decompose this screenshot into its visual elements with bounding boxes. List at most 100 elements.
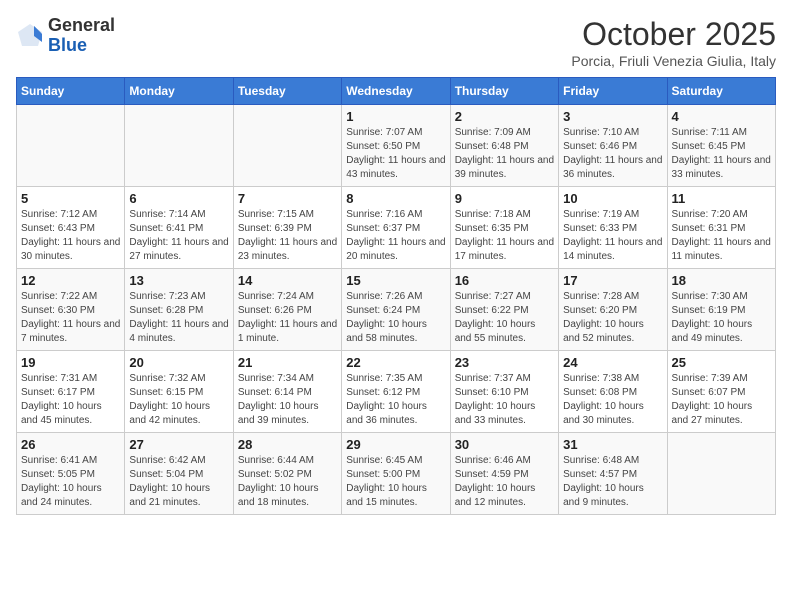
- day-info: Sunrise: 7:24 AMSunset: 6:26 PMDaylight:…: [238, 290, 337, 346]
- day-number: 22: [346, 355, 445, 370]
- week-row-2: 5 Sunrise: 7:12 AMSunset: 6:43 PMDaylight…: [17, 187, 776, 269]
- weekday-header-saturday: Saturday: [667, 78, 775, 105]
- day-number: 23: [455, 355, 554, 370]
- day-info: Sunrise: 7:23 AMSunset: 6:28 PMDaylight:…: [129, 290, 228, 346]
- day-number: 8: [346, 191, 445, 206]
- day-number: 9: [455, 191, 554, 206]
- day-info: Sunrise: 6:45 AMSunset: 5:00 PMDaylight:…: [346, 454, 445, 510]
- day-number: 21: [238, 355, 337, 370]
- calendar-cell: 27Sunrise: 6:42 AMSunset: 5:04 PMDayligh…: [125, 433, 233, 515]
- day-info: Sunrise: 7:15 AMSunset: 6:39 PMDaylight:…: [238, 208, 337, 264]
- page-header: General Blue October 2025 Porcia, Friuli…: [16, 16, 776, 69]
- day-number: 26: [21, 437, 120, 452]
- day-info: Sunrise: 6:44 AMSunset: 5:02 PMDaylight:…: [238, 454, 337, 510]
- calendar-body: 1 Sunrise: 7:07 AMSunset: 6:50 PMDaylight…: [17, 105, 776, 515]
- day-info: Sunrise: 7:39 AMSunset: 6:07 PMDaylight:…: [672, 372, 771, 428]
- day-number: 28: [238, 437, 337, 452]
- day-info: Sunrise: 7:26 AMSunset: 6:24 PMDaylight:…: [346, 290, 445, 346]
- day-info: Sunrise: 7:09 AMSunset: 6:48 PMDaylight:…: [455, 126, 554, 182]
- calendar-cell: 30 Sunrise: 6:46 AMSunset: 4:59 PMDayligh…: [450, 433, 558, 515]
- day-number: 2: [455, 109, 554, 124]
- day-number: 7: [238, 191, 337, 206]
- calendar-cell: 7 Sunrise: 7:15 AMSunset: 6:39 PMDaylight…: [233, 187, 341, 269]
- week-row-4: 19 Sunrise: 7:31 AMSunset: 6:17 PMDayligh…: [17, 351, 776, 433]
- calendar-subtitle: Porcia, Friuli Venezia Giulia, Italy: [571, 53, 776, 69]
- day-number: 30: [455, 437, 554, 452]
- calendar-title: October 2025: [571, 16, 776, 53]
- day-info: Sunrise: 7:18 AMSunset: 6:35 PMDaylight:…: [455, 208, 554, 264]
- day-number: 31: [563, 437, 662, 452]
- weekday-header-friday: Friday: [559, 78, 667, 105]
- day-info: Sunrise: 6:42 AMSunset: 5:04 PMDaylight:…: [129, 454, 228, 510]
- day-number: 12: [21, 273, 120, 288]
- weekday-header-wednesday: Wednesday: [342, 78, 450, 105]
- day-info: Sunrise: 7:32 AMSunset: 6:15 PMDaylight:…: [129, 372, 228, 428]
- day-number: 24: [563, 355, 662, 370]
- day-number: 1: [346, 109, 445, 124]
- week-row-3: 12 Sunrise: 7:22 AMSunset: 6:30 PMDayligh…: [17, 269, 776, 351]
- day-number: 11: [672, 191, 771, 206]
- week-row-5: 26 Sunrise: 6:41 AMSunset: 5:05 PMDayligh…: [17, 433, 776, 515]
- calendar-cell: [667, 433, 775, 515]
- day-number: 5: [21, 191, 120, 206]
- calendar-cell: 8 Sunrise: 7:16 AMSunset: 6:37 PMDaylight…: [342, 187, 450, 269]
- calendar-cell: 17 Sunrise: 7:28 AMSunset: 6:20 PMDayligh…: [559, 269, 667, 351]
- calendar-cell: 18Sunrise: 7:30 AMSunset: 6:19 PMDayligh…: [667, 269, 775, 351]
- calendar-cell: 12 Sunrise: 7:22 AMSunset: 6:30 PMDayligh…: [17, 269, 125, 351]
- day-info: Sunrise: 7:16 AMSunset: 6:37 PMDaylight:…: [346, 208, 445, 264]
- day-info: Sunrise: 7:14 AMSunset: 6:41 PMDaylight:…: [129, 208, 228, 264]
- day-number: 10: [563, 191, 662, 206]
- calendar-cell: 1 Sunrise: 7:07 AMSunset: 6:50 PMDaylight…: [342, 105, 450, 187]
- calendar-cell: 3Sunrise: 7:10 AMSunset: 6:46 PMDaylight…: [559, 105, 667, 187]
- day-number: 19: [21, 355, 120, 370]
- day-info: Sunrise: 7:20 AMSunset: 6:31 PMDaylight:…: [672, 208, 771, 264]
- day-info: Sunrise: 6:48 AMSunset: 4:57 PMDaylight:…: [563, 454, 662, 510]
- calendar-cell: 13Sunrise: 7:23 AMSunset: 6:28 PMDayligh…: [125, 269, 233, 351]
- calendar-cell: 22 Sunrise: 7:35 AMSunset: 6:12 PMDayligh…: [342, 351, 450, 433]
- week-row-1: 1 Sunrise: 7:07 AMSunset: 6:50 PMDaylight…: [17, 105, 776, 187]
- logo-text: General Blue: [48, 16, 115, 56]
- calendar-cell: 28 Sunrise: 6:44 AMSunset: 5:02 PMDayligh…: [233, 433, 341, 515]
- day-info: Sunrise: 6:41 AMSunset: 5:05 PMDaylight:…: [21, 454, 120, 510]
- day-info: Sunrise: 7:22 AMSunset: 6:30 PMDaylight:…: [21, 290, 120, 346]
- calendar-cell: 16Sunrise: 7:27 AMSunset: 6:22 PMDayligh…: [450, 269, 558, 351]
- day-number: 6: [129, 191, 228, 206]
- day-info: Sunrise: 7:31 AMSunset: 6:17 PMDaylight:…: [21, 372, 120, 428]
- weekday-header-monday: Monday: [125, 78, 233, 105]
- title-block: October 2025 Porcia, Friuli Venezia Giul…: [571, 16, 776, 69]
- day-number: 17: [563, 273, 662, 288]
- logo: General Blue: [16, 16, 115, 56]
- day-info: Sunrise: 6:46 AMSunset: 4:59 PMDaylight:…: [455, 454, 554, 510]
- calendar-cell: 15 Sunrise: 7:26 AMSunset: 6:24 PMDayligh…: [342, 269, 450, 351]
- day-info: Sunrise: 7:34 AMSunset: 6:14 PMDaylight:…: [238, 372, 337, 428]
- day-info: Sunrise: 7:12 AMSunset: 6:43 PMDaylight:…: [21, 208, 120, 264]
- day-number: 15: [346, 273, 445, 288]
- calendar-cell: 29Sunrise: 6:45 AMSunset: 5:00 PMDayligh…: [342, 433, 450, 515]
- calendar-cell: 14Sunrise: 7:24 AMSunset: 6:26 PMDayligh…: [233, 269, 341, 351]
- day-info: Sunrise: 7:35 AMSunset: 6:12 PMDaylight:…: [346, 372, 445, 428]
- calendar-cell: 5 Sunrise: 7:12 AMSunset: 6:43 PMDaylight…: [17, 187, 125, 269]
- day-info: Sunrise: 7:11 AMSunset: 6:45 PMDaylight:…: [672, 126, 771, 182]
- day-info: Sunrise: 7:28 AMSunset: 6:20 PMDaylight:…: [563, 290, 662, 346]
- day-info: Sunrise: 7:30 AMSunset: 6:19 PMDaylight:…: [672, 290, 771, 346]
- day-number: 4: [672, 109, 771, 124]
- calendar-cell: 25Sunrise: 7:39 AMSunset: 6:07 PMDayligh…: [667, 351, 775, 433]
- day-info: Sunrise: 7:07 AMSunset: 6:50 PMDaylight:…: [346, 126, 445, 182]
- day-number: 16: [455, 273, 554, 288]
- weekday-header-row: SundayMondayTuesdayWednesdayThursdayFrid…: [17, 78, 776, 105]
- logo-icon: [16, 22, 44, 50]
- calendar-table: SundayMondayTuesdayWednesdayThursdayFrid…: [16, 77, 776, 515]
- calendar-cell: 19 Sunrise: 7:31 AMSunset: 6:17 PMDayligh…: [17, 351, 125, 433]
- calendar-cell: [125, 105, 233, 187]
- calendar-cell: 2 Sunrise: 7:09 AMSunset: 6:48 PMDaylight…: [450, 105, 558, 187]
- calendar-cell: 23Sunrise: 7:37 AMSunset: 6:10 PMDayligh…: [450, 351, 558, 433]
- calendar-cell: 24Sunrise: 7:38 AMSunset: 6:08 PMDayligh…: [559, 351, 667, 433]
- weekday-header-tuesday: Tuesday: [233, 78, 341, 105]
- weekday-header-thursday: Thursday: [450, 78, 558, 105]
- day-info: Sunrise: 7:19 AMSunset: 6:33 PMDaylight:…: [563, 208, 662, 264]
- calendar-cell: 26 Sunrise: 6:41 AMSunset: 5:05 PMDayligh…: [17, 433, 125, 515]
- calendar-cell: 11 Sunrise: 7:20 AMSunset: 6:31 PMDayligh…: [667, 187, 775, 269]
- calendar-cell: 9 Sunrise: 7:18 AMSunset: 6:35 PMDaylight…: [450, 187, 558, 269]
- calendar-cell: 6 Sunrise: 7:14 AMSunset: 6:41 PMDaylight…: [125, 187, 233, 269]
- calendar-cell: [233, 105, 341, 187]
